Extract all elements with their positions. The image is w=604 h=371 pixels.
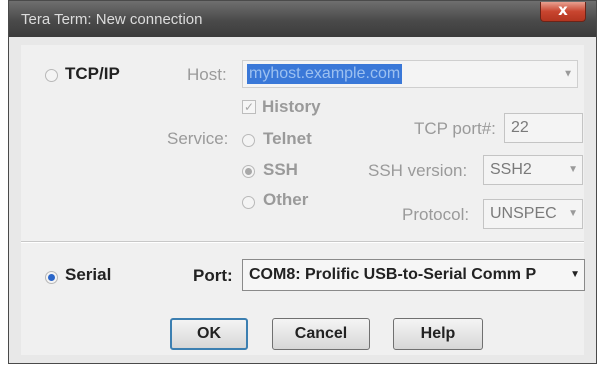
chevron-down-icon[interactable]: ▼ xyxy=(568,200,578,228)
port-select[interactable]: COM8: Prolific USB-to-Serial Comm P ▼ xyxy=(242,259,585,291)
ssh-version-label: SSH version: xyxy=(368,161,468,180)
port-label: Port: xyxy=(193,266,233,285)
help-button[interactable]: Help xyxy=(393,318,483,350)
ssh-label: SSH xyxy=(263,160,298,179)
ok-button[interactable]: OK xyxy=(170,318,248,350)
protocol-label: Protocol: xyxy=(402,205,470,224)
service-label: Service: xyxy=(167,129,229,148)
serial-label: Serial xyxy=(65,265,112,284)
chevron-down-icon[interactable]: ▼ xyxy=(570,260,580,290)
tcp-port-label: TCP port#: xyxy=(414,119,496,138)
ssh-version-select[interactable]: SSH2 ▼ xyxy=(483,155,583,185)
ssh-version-value: SSH2 xyxy=(490,161,532,178)
section-divider xyxy=(21,241,584,243)
tcp-port-value: 22 xyxy=(511,119,529,136)
title-bar[interactable]: Tera Term: New connection x xyxy=(9,1,596,37)
telnet-radio[interactable] xyxy=(242,134,255,147)
dialog-window: Tera Term: New connection x TCP/IP Host:… xyxy=(8,0,597,364)
other-label: Other xyxy=(263,190,309,209)
chevron-down-icon[interactable]: ▼ xyxy=(563,69,573,80)
tcpip-label: TCP/IP xyxy=(65,64,120,83)
serial-radio[interactable] xyxy=(45,271,58,284)
other-radio[interactable] xyxy=(242,196,255,209)
cancel-button[interactable]: Cancel xyxy=(272,318,370,350)
ssh-radio[interactable] xyxy=(242,165,255,178)
tcp-port-input[interactable]: 22 xyxy=(504,113,583,143)
host-combobox[interactable]: myhost.example.com ▼ xyxy=(242,60,578,88)
dialog-body: TCP/IP Host: myhost.example.com ▼ ✓ Hist… xyxy=(21,45,585,355)
host-label: Host: xyxy=(187,65,227,84)
history-checkbox[interactable]: ✓ xyxy=(242,100,256,114)
window-title: Tera Term: New connection xyxy=(21,11,203,28)
chevron-down-icon[interactable]: ▼ xyxy=(568,156,578,184)
port-value: COM8: Prolific USB-to-Serial Comm P xyxy=(249,266,537,283)
protocol-select[interactable]: UNSPEC ▼ xyxy=(483,199,583,229)
protocol-value: UNSPEC xyxy=(490,205,557,222)
history-label: History xyxy=(262,97,321,116)
close-icon: x xyxy=(558,1,568,19)
tcpip-radio[interactable] xyxy=(45,69,58,82)
telnet-label: Telnet xyxy=(263,129,312,148)
host-input-selection[interactable]: myhost.example.com xyxy=(247,64,403,84)
close-button[interactable]: x xyxy=(540,2,586,22)
